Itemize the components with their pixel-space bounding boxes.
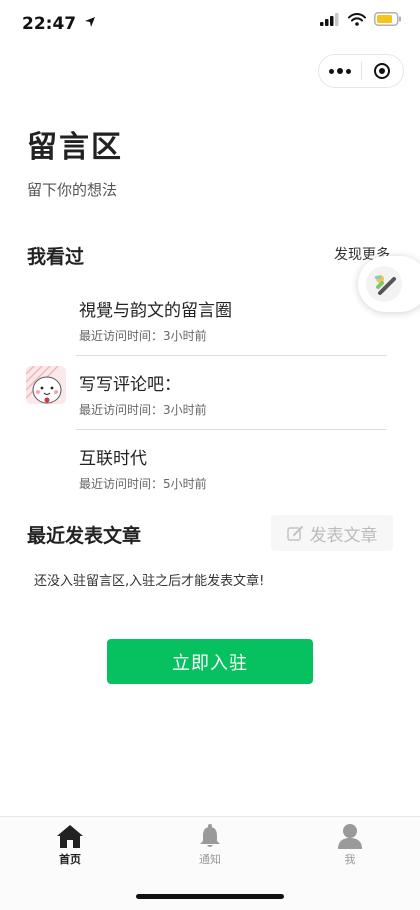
tab-notifications-label: 通知 — [199, 853, 221, 866]
tab-notifications[interactable]: 通知 — [170, 817, 250, 877]
not-joined-notice: 还没入驻留言区,入驻之后才能发表文章! — [34, 574, 265, 589]
tab-home-label: 首页 — [59, 853, 81, 866]
close-miniprogram-icon[interactable] — [362, 55, 403, 87]
page-subtitle: 留下你的想法 — [27, 181, 118, 199]
viewed-item-time: 最近访问时间：5小时前 — [79, 477, 207, 491]
more-menu-icon[interactable] — [319, 55, 361, 87]
publish-article-label: 发表文章 — [309, 525, 378, 546]
tab-me-label: 我 — [344, 853, 356, 866]
divider — [76, 355, 387, 356]
bell-icon — [200, 824, 220, 847]
recent-articles-heading: 最近发表文章 — [27, 525, 142, 547]
viewed-item-time: 最近访问时间：3小时前 — [79, 403, 207, 417]
battery-icon — [374, 12, 401, 26]
signal-icon — [320, 12, 339, 26]
miniprogram-capsule — [318, 54, 404, 88]
page-title: 留言区 — [27, 130, 123, 165]
edit-icon — [286, 525, 303, 541]
status-icons — [320, 12, 402, 26]
status-time: 22:47 — [22, 14, 96, 34]
viewed-item-title: 視覺与韵文的留言圈 — [79, 301, 232, 321]
viewed-item-time: 最近访问时间：3小时前 — [79, 329, 207, 343]
user-icon — [338, 824, 362, 849]
wifi-icon — [348, 12, 366, 26]
home-indicator — [136, 894, 284, 899]
viewed-item-title: 互联时代 — [79, 449, 147, 469]
viewed-heading: 我看过 — [27, 246, 85, 268]
divider — [76, 429, 387, 430]
home-icon — [57, 825, 83, 848]
tab-home[interactable]: 首页 — [30, 817, 110, 877]
tab-me[interactable]: 我 — [310, 817, 390, 877]
viewed-item-title: 写写评论吧： — [79, 375, 181, 395]
join-now-button[interactable]: 立即入驻 — [107, 639, 313, 684]
publish-article-button[interactable]: 发表文章 — [271, 515, 393, 551]
location-arrow-icon — [85, 17, 96, 27]
